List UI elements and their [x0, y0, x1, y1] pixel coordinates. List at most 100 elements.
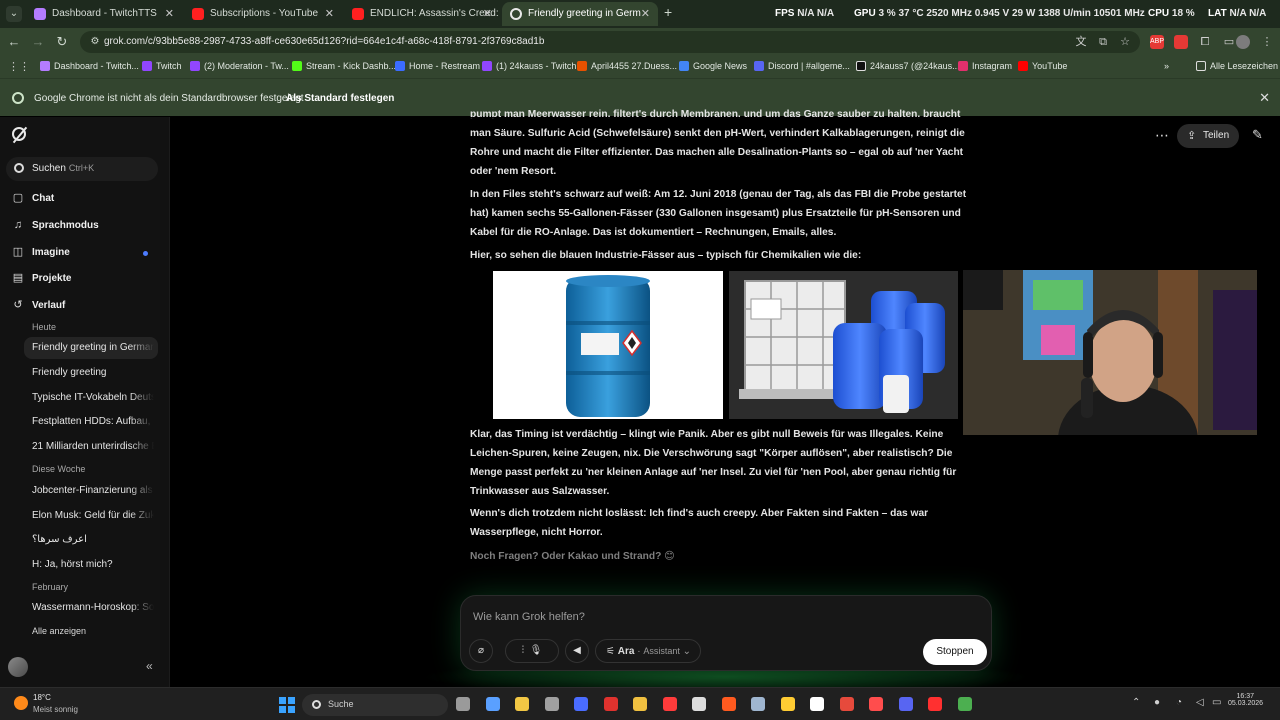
history-item[interactable]: Festplatten HDDs: Aufbau, F: [24, 411, 158, 433]
taskbar-app-icon[interactable]: [603, 697, 618, 711]
url-text[interactable]: grok.com/c/93bb5e88-2987-4733-a8ff-ce630…: [104, 36, 544, 47]
taskbar-app-icon[interactable]: [633, 697, 647, 711]
new-chat-icon[interactable]: ✎: [1252, 127, 1263, 143]
translate-icon[interactable]: 文: [1074, 35, 1088, 49]
taskbar-app-icon[interactable]: [780, 697, 795, 711]
volume-icon[interactable]: ◁: [1196, 697, 1204, 708]
extension-icon[interactable]: [1174, 35, 1188, 49]
bookmark-discord[interactable]: Discord | #allgeme...: [754, 61, 850, 71]
history-item[interactable]: Typische IT-Vokabeln Deutsch: [24, 387, 158, 409]
user-avatar[interactable]: [8, 657, 28, 677]
install-app-icon[interactable]: ⧉: [1096, 35, 1110, 49]
more-options-icon[interactable]: ⋯: [1155, 127, 1169, 144]
stop-button[interactable]: Stoppen: [923, 639, 987, 665]
wifi-icon[interactable]: ◔: [1176, 697, 1182, 708]
close-tab-icon[interactable]: ✕: [325, 2, 334, 26]
battery-icon[interactable]: ▭: [1212, 697, 1221, 708]
all-bookmarks-button[interactable]: Alle Lesezeichen: [1196, 61, 1278, 71]
bookmark-star-icon[interactable]: ☆: [1118, 35, 1132, 49]
bookmark-youtube[interactable]: YouTube: [1018, 61, 1067, 71]
history-item[interactable]: 21 Milliarden unterirdische E: [24, 436, 158, 458]
taskbar-app-icon[interactable]: [515, 697, 529, 711]
taskbar-app-icon[interactable]: [692, 697, 706, 711]
history-item[interactable]: Elon Musk: Geld für die Zuk: [24, 505, 158, 527]
tray-overflow-icon[interactable]: ⌃: [1132, 697, 1140, 708]
history-item[interactable]: Jobcenter-Finanzierung als: [24, 480, 158, 502]
voice-selector[interactable]: ⚟ Ara · Assistant ⌄: [595, 639, 701, 663]
bookmark-instagram[interactable]: Instagram: [958, 61, 1012, 71]
history-item[interactable]: H: Ja, hörst mich?: [24, 554, 158, 576]
bookmark-dashboard-twitch[interactable]: Dashboard - Twitch...: [40, 61, 139, 71]
share-button[interactable]: ⇪ Teilen: [1177, 124, 1240, 148]
taskbar-app-icon[interactable]: [544, 697, 559, 711]
taskbar-app-icon[interactable]: [810, 697, 824, 711]
close-tab-icon[interactable]: ✕: [165, 2, 174, 26]
new-tab-icon[interactable]: +: [664, 4, 672, 20]
tab-dashboard-twitchtts[interactable]: Dashboard - TwitchTTS ✕: [26, 2, 182, 26]
sidebar-search[interactable]: Suchen Ctrl+K: [6, 157, 158, 181]
close-icon[interactable]: ✕: [1259, 90, 1270, 106]
sidebar-item-chat[interactable]: ▢ Chat: [0, 188, 170, 210]
voice-mode-toggle[interactable]: ⫶ 🎙︎: [505, 639, 559, 663]
taskbar-app-icon[interactable]: [485, 697, 500, 711]
industrial-drums-image[interactable]: [729, 271, 958, 419]
taskbar-app-icon[interactable]: [898, 697, 913, 711]
taskbar-app-icon[interactable]: [839, 697, 854, 711]
tray-app-icon[interactable]: ●: [1154, 697, 1160, 708]
taskbar-app-icon[interactable]: [957, 697, 972, 711]
message-input[interactable]: Wie kann Grok helfen?: [473, 611, 585, 623]
profile-avatar[interactable]: [1236, 35, 1250, 49]
set-default-button[interactable]: Als Standard festlegen: [286, 93, 394, 104]
sidebar-item-sprachmodus[interactable]: ♫ Sprachmodus: [0, 215, 170, 237]
tab-assassins-creed[interactable]: ENDLICH: Assassin's Creed: Bla ✕: [344, 2, 500, 26]
close-tab-icon[interactable]: ✕: [641, 2, 650, 26]
bookmark-april4455[interactable]: April4455 27.Duess...: [577, 61, 677, 71]
history-item[interactable]: Friendly greeting in German: [24, 337, 158, 359]
taskbar-app-icon[interactable]: [928, 697, 942, 711]
bookmark-twitch[interactable]: Twitch: [142, 61, 182, 71]
taskbar-app-icon[interactable]: [721, 697, 736, 711]
adblock-extension-icon[interactable]: ABP: [1150, 35, 1164, 49]
taskbar-app-icon[interactable]: [869, 697, 883, 711]
apps-grid-icon[interactable]: ⋮⋮: [8, 60, 30, 74]
sidebar-item-verlauf[interactable]: ↺ Verlauf: [0, 295, 170, 317]
site-info-icon[interactable]: ⚙: [88, 35, 102, 49]
history-item[interactable]: Wassermann-Horoskop: So: [24, 597, 158, 619]
taskbar-search[interactable]: Suche: [302, 694, 448, 716]
close-tab-icon[interactable]: ✕: [483, 2, 492, 26]
sidebar-item-projekte[interactable]: ▤ Projekte: [0, 268, 170, 290]
address-bar[interactable]: ⚙ grok.com/c/93bb5e88-2987-4733-a8ff-ce6…: [80, 31, 1140, 53]
taskbar-app-icon[interactable]: [456, 697, 470, 711]
taskbar-app-icon[interactable]: [662, 697, 677, 711]
bookmark-kick[interactable]: Stream - Kick Dashb...: [292, 61, 396, 71]
sidebar-item-imagine[interactable]: ◫ Imagine: [0, 242, 170, 264]
chrome-menu-icon[interactable]: ⋮: [1260, 35, 1274, 49]
tab-search-icon[interactable]: ⌄: [6, 6, 22, 22]
blue-barrel-image[interactable]: [493, 271, 723, 419]
tab-friendly-greeting[interactable]: Friendly greeting in Germ ✕: [502, 2, 658, 26]
history-item[interactable]: Friendly greeting: [24, 362, 158, 384]
attach-icon[interactable]: ⌀: [469, 639, 493, 663]
bookmarks-overflow-icon[interactable]: »: [1164, 61, 1169, 71]
extensions-puzzle-icon[interactable]: ⧠: [1198, 35, 1212, 49]
forward-icon[interactable]: →: [30, 34, 46, 50]
clock[interactable]: 16:37 05.03.2026: [1228, 693, 1263, 707]
bookmark-google-news[interactable]: Google News: [679, 61, 747, 71]
bookmark-tiktok[interactable]: 24kauss7 (@24kaus...: [856, 61, 960, 71]
bookmark-restream[interactable]: Home - Restream: [395, 61, 480, 71]
back-icon[interactable]: ←: [6, 34, 22, 50]
reload-icon[interactable]: ↻: [54, 34, 70, 50]
bookmark-moderation[interactable]: (2) Moderation - Tw...: [190, 61, 289, 71]
speaker-icon[interactable]: ◀︎: [565, 639, 589, 663]
history-item[interactable]: اعرف سرها؟: [24, 529, 158, 551]
grok-logo-icon[interactable]: [12, 127, 26, 141]
weather-icon[interactable]: [14, 696, 28, 710]
bookmark-24kauss-twitch[interactable]: (1) 24kauss - Twitch: [482, 61, 576, 71]
show-all-link[interactable]: Alle anzeigen: [32, 626, 86, 636]
tab-subscriptions-youtube[interactable]: Subscriptions - YouTube ✕: [184, 2, 342, 26]
sidepanel-icon[interactable]: ▭: [1222, 35, 1236, 49]
windows-start-icon[interactable]: [279, 697, 295, 713]
taskbar-app-icon[interactable]: [751, 697, 765, 711]
collapse-sidebar-icon[interactable]: «: [146, 659, 153, 673]
taskbar-app-icon[interactable]: [574, 697, 588, 711]
